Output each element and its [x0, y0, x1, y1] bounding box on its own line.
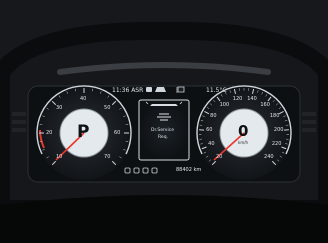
- right-vent-slat-1: [302, 112, 316, 116]
- speedometer-tick-label: 140: [247, 96, 257, 103]
- speedometer-tick-label: 240: [264, 153, 274, 160]
- tachometer-tick-label: 10: [55, 153, 63, 160]
- clock-text: 11:36 ASR: [112, 87, 144, 94]
- outside-temp-text: 11.5°C: [206, 87, 227, 94]
- speedometer-tick-label: 160: [260, 102, 270, 109]
- center-panel-line1: Dr.Service: [151, 128, 174, 133]
- tachometer-tick-label: 50: [104, 105, 111, 112]
- dashboard-scene: [0, 0, 328, 243]
- speedometer-tick-label: 40: [208, 141, 215, 148]
- left-vent-slat-1: [12, 112, 26, 116]
- tachometer-tick-label: 30: [55, 105, 63, 112]
- steering-wheel-shadow: [0, 195, 328, 243]
- center-panel-line2: Req.: [158, 135, 168, 140]
- speedometer-tick-label: 60: [206, 127, 213, 134]
- speedometer-tick-label: 200: [273, 127, 284, 134]
- speedometer-tick-label: 80: [210, 113, 217, 120]
- speedometer-tick-label: 100: [219, 102, 230, 109]
- tachometer-tick-label: 40: [80, 95, 87, 102]
- speedometer-tick-label: 220: [271, 141, 282, 148]
- tachometer-tick-label: 70: [104, 153, 111, 160]
- gear-indicator: P: [77, 122, 90, 142]
- odometer-text: 88402 km: [176, 167, 202, 173]
- speed-unit: km/h: [238, 140, 249, 145]
- service-wrench-icon: [150, 104, 178, 106]
- right-vent-slat-3: [302, 128, 316, 132]
- speedometer-tick-label: 20: [215, 153, 223, 160]
- left-vent-slat-2: [12, 120, 26, 124]
- left-vent-slat-3: [12, 128, 26, 132]
- speedometer-tick-label: 120: [232, 96, 243, 103]
- seatbelt-warning-icon: [146, 87, 152, 92]
- tachometer-tick-label: 60: [114, 129, 121, 136]
- speed-value: 0: [238, 122, 249, 140]
- right-vent-slat-2: [302, 120, 316, 124]
- speedometer-tick-label: 180: [269, 113, 280, 120]
- tachometer-tick-label: 20: [46, 129, 53, 136]
